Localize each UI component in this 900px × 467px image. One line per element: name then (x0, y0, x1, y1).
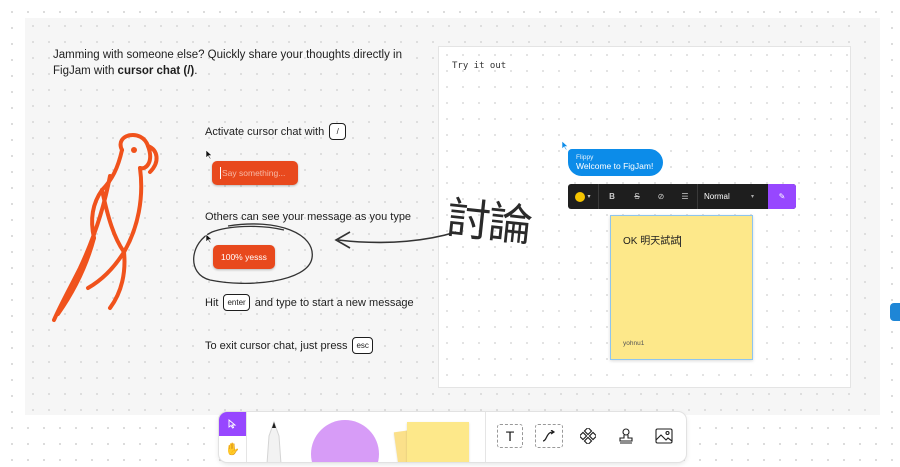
connector-tool-button[interactable] (535, 424, 563, 448)
intro-suffix: . (194, 65, 198, 77)
text-icon: T (505, 428, 515, 444)
strikethrough-button[interactable]: S (625, 184, 649, 209)
stamp-tool-button[interactable] (613, 424, 639, 448)
intro-line-2: FigJam with (53, 65, 118, 77)
step-enter-suffix: and type to start a new message (254, 296, 414, 309)
sticky-note[interactable]: OK 明天試試 yohnu1 (610, 215, 753, 360)
bold-icon: B (609, 192, 615, 201)
signature-button[interactable]: ✎ (768, 184, 796, 209)
sticky-author: yohnu1 (623, 340, 645, 347)
intro-bold: cursor chat (/) (117, 65, 195, 77)
step-enter-prefix: Hit (205, 296, 219, 309)
cursor-chat-message-text: 100% yesss (221, 252, 267, 262)
text-style-label: Normal (704, 192, 730, 201)
select-tool-button[interactable] (219, 412, 246, 436)
esc-key: esc (352, 337, 373, 354)
cursor-chat-message: 100% yesss (213, 245, 275, 269)
bold-button[interactable]: B (599, 184, 625, 209)
marker-tool[interactable] (259, 418, 289, 462)
bullet-list-icon: ☰ (681, 192, 689, 201)
cursor-chat-input[interactable]: Say something... (212, 161, 298, 185)
hand-icon: ✋ (225, 442, 240, 456)
bottom-toolbar: ✋ T (219, 412, 686, 462)
pointer-icon (228, 419, 237, 429)
color-picker-button[interactable]: ▾ (568, 184, 598, 209)
chevron-down-icon: ▾ (750, 194, 754, 200)
intro-line-1: Jamming with someone else? Quickly share… (53, 49, 402, 61)
try-it-label: Try it out (452, 61, 507, 71)
annotation-arrow (334, 231, 457, 249)
format-toolbar: ▾ B S ⊘ ☰ Normal ▾ ✎ (568, 184, 796, 209)
tool-divider (485, 412, 486, 462)
cursor-arrow-icon (205, 233, 213, 244)
step-enter: Hit enter and type to start a new messag… (205, 294, 414, 311)
step-activate-text: Activate cursor chat with (205, 125, 325, 138)
tool-divider (246, 412, 247, 462)
link-button[interactable]: ⊘ (649, 184, 673, 209)
slash-key: / (329, 123, 347, 140)
handwritten-annotation: 討論 (444, 192, 533, 253)
cursor-arrow-icon (205, 149, 213, 160)
image-tool-button[interactable] (651, 424, 677, 448)
strikethrough-icon: S (634, 192, 640, 201)
flippy-cursor-chat: Flippy Welcome to FigJam! (568, 149, 664, 176)
text-style-dropdown[interactable]: Normal ▾ (698, 184, 760, 209)
step-exit: To exit cursor chat, just press esc (205, 337, 373, 354)
flippy-message: Welcome to FigJam! (576, 161, 654, 171)
flippy-name: Flippy (576, 154, 594, 161)
text-tool-button[interactable]: T (497, 424, 523, 448)
image-icon (655, 428, 673, 444)
connector-icon (542, 430, 556, 442)
list-button[interactable]: ☰ (673, 184, 697, 209)
cursor-chat-placeholder: Say something... (222, 168, 286, 178)
color-swatch-icon (575, 191, 586, 202)
step-exit-text: To exit cursor chat, just press (205, 339, 348, 352)
stamp-icon (619, 428, 633, 444)
enter-key: enter (223, 294, 250, 311)
step-activate: Activate cursor chat with / (205, 123, 347, 140)
sticky-tool[interactable] (393, 422, 469, 462)
link-icon: ⊘ (657, 192, 665, 201)
pen-signature-icon: ✎ (778, 192, 786, 201)
components-tool-button[interactable] (575, 424, 601, 448)
chevron-down-icon: ▾ (587, 194, 591, 200)
parrot-drawing (52, 133, 159, 322)
hand-tool-button[interactable]: ✋ (219, 436, 246, 462)
shape-tool[interactable] (311, 420, 379, 462)
components-icon (580, 428, 596, 444)
sticky-stack-front (407, 422, 469, 462)
sticky-text[interactable]: OK 明天試試 (623, 232, 682, 247)
side-panel-toggle[interactable] (890, 303, 900, 321)
intro-text: Jamming with someone else? Quickly share… (53, 47, 413, 79)
